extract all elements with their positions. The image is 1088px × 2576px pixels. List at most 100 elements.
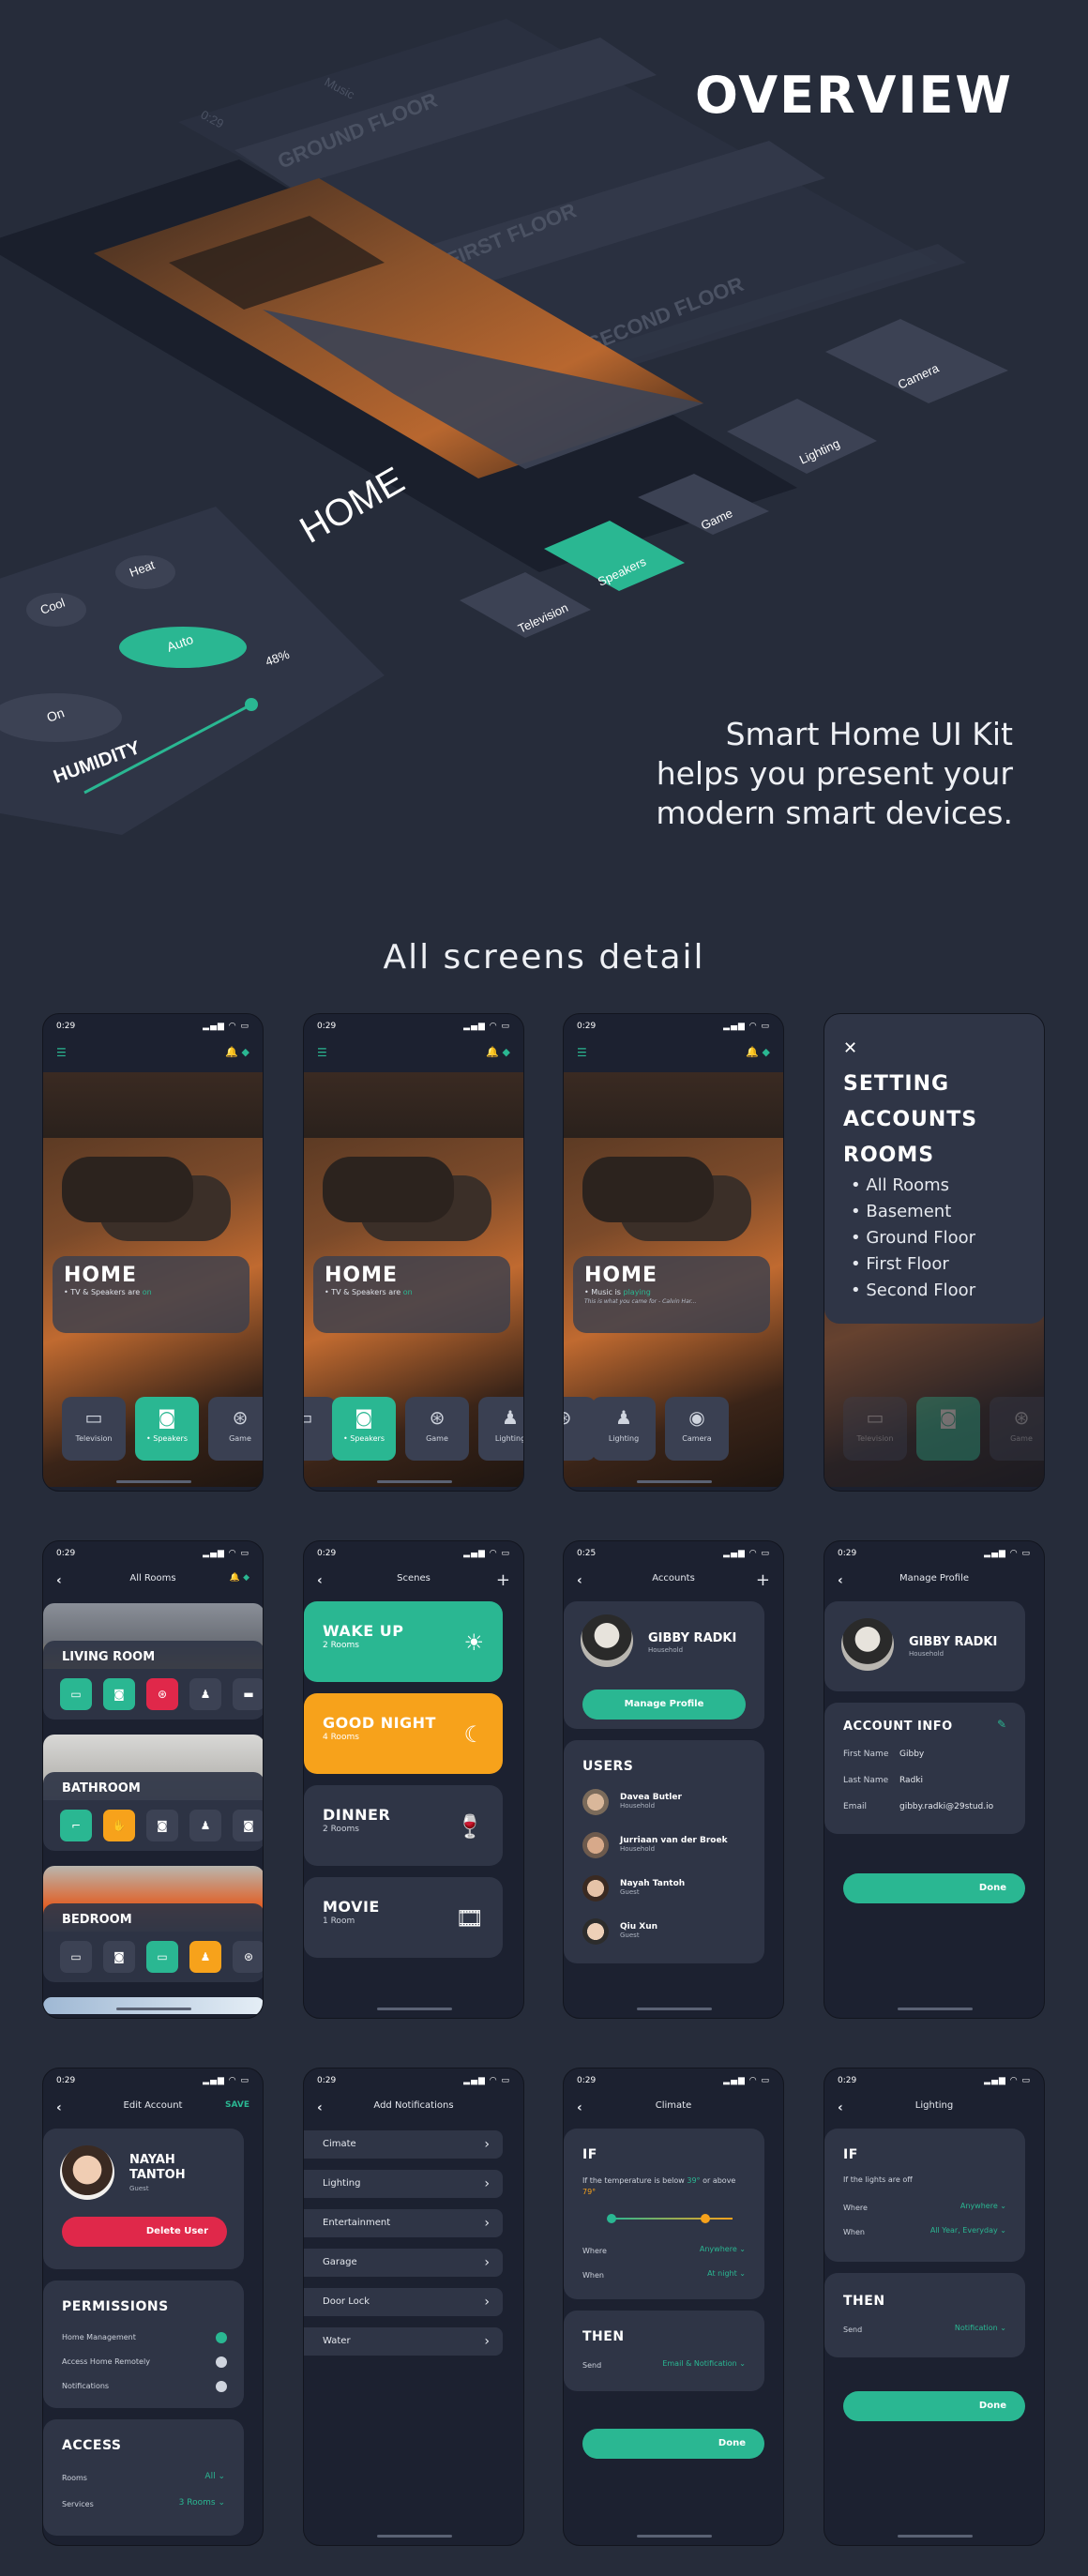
hamburger-icon[interactable]: ☰: [56, 1046, 67, 1059]
device-game[interactable]: ⊛ Game: [208, 1397, 263, 1461]
temperature-range-slider[interactable]: [611, 2218, 733, 2220]
menu-item-all-rooms[interactable]: • All Rooms: [851, 1175, 949, 1195]
send-select[interactable]: Notification ⌄: [955, 2324, 1006, 2332]
screen-home-1: 0:29 ▂▄▆ ◠ ▭ ☰ 🔔 ◆ HOME • TV & Speakers ar…: [42, 1013, 264, 1492]
menu-item-second-floor[interactable]: • Second Floor: [851, 1280, 975, 1300]
device-game[interactable]: ⊛: [564, 1397, 596, 1461]
where-select[interactable]: Anywhere ⌄: [700, 2245, 746, 2253]
back-icon[interactable]: ‹: [56, 1573, 62, 1588]
tv-icon[interactable]: ▭: [60, 1678, 92, 1710]
back-icon[interactable]: ‹: [317, 2100, 323, 2115]
edit-pencil-icon[interactable]: ✎: [997, 1718, 1006, 1731]
menu-item-first-floor[interactable]: • First Floor: [851, 1254, 949, 1274]
menu-item-ground-floor[interactable]: • Ground Floor: [851, 1228, 975, 1248]
speaker-icon[interactable]: ◙: [146, 1810, 178, 1841]
device-camera[interactable]: ◉ Camera: [665, 1397, 729, 1461]
when-label: When: [582, 2271, 604, 2280]
menu-item-basement[interactable]: • Basement: [851, 1202, 951, 1221]
bell-icon[interactable]: 🔔: [746, 1046, 759, 1058]
back-icon[interactable]: ‹: [56, 2100, 62, 2115]
bell-icon[interactable]: 🔔: [486, 1046, 499, 1058]
services-select[interactable]: 3 Rooms ⌄: [179, 2498, 225, 2508]
check-icon[interactable]: [216, 2332, 227, 2343]
send-select[interactable]: Email & Notification ⌄: [662, 2359, 746, 2368]
close-icon[interactable]: ✕: [843, 1038, 857, 1058]
layers-icon[interactable]: ◆: [763, 1046, 770, 1058]
back-icon[interactable]: ‹: [577, 1573, 582, 1588]
back-icon[interactable]: ‹: [577, 2100, 582, 2115]
first-name-field[interactable]: Gibby: [899, 1750, 924, 1759]
tv-icon[interactable]: ▭: [146, 1941, 178, 1973]
notif-item-water[interactable]: Water ›: [304, 2327, 503, 2356]
delete-user-button[interactable]: Delete User: [62, 2217, 227, 2247]
menu-accounts[interactable]: ACCOUNTS: [843, 1108, 977, 1131]
sunrise-icon: ☀: [463, 1629, 484, 1656]
tv-icon[interactable]: ▭: [60, 1941, 92, 1973]
device-game[interactable]: ⊛ Game: [405, 1397, 469, 1461]
device-television[interactable]: ▭: [304, 1397, 336, 1461]
menu-setting[interactable]: SETTING: [843, 1072, 949, 1096]
add-icon[interactable]: +: [496, 1570, 510, 1590]
scene-wake-up[interactable]: WAKE UP 2 Rooms ☀: [304, 1601, 503, 1682]
profile-card: GIBBY RADKI Household: [824, 1601, 1025, 1691]
then-card: THEN Send Notification ⌄: [824, 2273, 1025, 2357]
where-select[interactable]: Anywhere ⌄: [960, 2202, 1006, 2210]
email-field[interactable]: gibby.radki@29stud.io: [899, 1802, 993, 1811]
profile-name: GIBBY RADKI: [648, 1631, 737, 1645]
layers-icon[interactable]: ◆: [242, 1046, 249, 1058]
back-icon[interactable]: ‹: [838, 2100, 843, 2115]
done-button[interactable]: Done: [843, 1873, 1025, 1903]
hamburger-icon[interactable]: ☰: [577, 1046, 587, 1059]
bell-icon[interactable]: 🔔: [225, 1046, 238, 1058]
back-icon[interactable]: ‹: [317, 1573, 323, 1588]
hamburger-icon[interactable]: ☰: [317, 1046, 327, 1059]
notif-item-entertainment[interactable]: Entertainment ›: [304, 2209, 503, 2237]
checkbox-notifications[interactable]: [216, 2381, 227, 2392]
scene-dinner[interactable]: DINNER 2 Rooms 🍷: [304, 1785, 503, 1866]
slider-handle-low[interactable]: [607, 2214, 616, 2223]
done-button[interactable]: Done: [843, 2391, 1025, 2421]
when-select[interactable]: At night ⌄: [707, 2269, 746, 2278]
lamp-icon[interactable]: ♟: [189, 1941, 221, 1973]
checkbox-remote[interactable]: [216, 2356, 227, 2368]
device-speakers[interactable]: ◙ • Speakers: [135, 1397, 199, 1461]
lamp-icon[interactable]: ♟: [189, 1678, 221, 1710]
lamp-icon[interactable]: ♟: [189, 1810, 221, 1841]
menu-rooms[interactable]: ROOMS: [843, 1144, 934, 1167]
speaker-icon[interactable]: ◙: [103, 1678, 135, 1710]
rooms-select[interactable]: All ⌄: [204, 2472, 225, 2481]
slider-handle-high[interactable]: [701, 2214, 710, 2223]
ac-icon[interactable]: ▬: [233, 1678, 263, 1710]
glasses-icon[interactable]: ⌐: [60, 1810, 92, 1841]
speaker-icon[interactable]: ◙: [103, 1941, 135, 1973]
manage-profile-button[interactable]: Manage Profile: [582, 1690, 746, 1720]
scene-movie[interactable]: MOVIE 1 Room 🎞: [304, 1877, 503, 1958]
scene-good-night[interactable]: GOOD NIGHT 4 Rooms ☾: [304, 1693, 503, 1774]
notif-item-door-lock[interactable]: Door Lock ›: [304, 2288, 503, 2316]
back-icon[interactable]: ‹: [838, 1573, 843, 1588]
device-television[interactable]: ▭ Television: [62, 1397, 126, 1461]
device-speakers[interactable]: ◙ • Speakers: [332, 1397, 396, 1461]
room-card-bedroom[interactable]: BEDROOM ▭ ◙ ▭ ♟ ⊛: [43, 1866, 263, 1982]
device-lighting[interactable]: ♟ Lighting: [592, 1397, 656, 1461]
device-lighting[interactable]: ♟ Lighting: [478, 1397, 523, 1461]
room-name: BEDROOM: [62, 1913, 132, 1927]
notif-item-lighting[interactable]: Lighting ›: [304, 2170, 503, 2198]
condition-text: If the lights are off: [843, 2175, 913, 2184]
done-button[interactable]: Done: [582, 2429, 764, 2459]
add-icon[interactable]: +: [756, 1570, 770, 1590]
room-card-living[interactable]: LIVING ROOM ▭ ◙ ⊛ ♟ ▬: [43, 1603, 263, 1720]
notif-item-climate[interactable]: Cimate ›: [304, 2130, 503, 2159]
when-select[interactable]: All Year, Everyday ⌄: [930, 2226, 1006, 2235]
room-card-bathroom[interactable]: BATHROOM ⌐ ✋ ◙ ♟ ◙: [43, 1735, 263, 1851]
gamepad-icon[interactable]: ⊛: [146, 1678, 178, 1710]
layers-icon[interactable]: ◆: [503, 1046, 510, 1058]
notif-item-garage[interactable]: Garage ›: [304, 2249, 503, 2277]
screen-add-notifications: 0:29 ▂▄▆ ◠ ▭ ‹ Add Notifications Cimate › L…: [303, 2068, 524, 2546]
last-name-field[interactable]: Radki: [899, 1776, 923, 1785]
speaker-icon[interactable]: ◙: [233, 1810, 263, 1841]
save-button[interactable]: SAVE: [225, 2100, 249, 2110]
hand-icon[interactable]: ✋: [103, 1810, 135, 1841]
bell-icon[interactable]: 🔔 ◆: [230, 1573, 249, 1583]
gamepad-icon[interactable]: ⊛: [233, 1941, 263, 1973]
